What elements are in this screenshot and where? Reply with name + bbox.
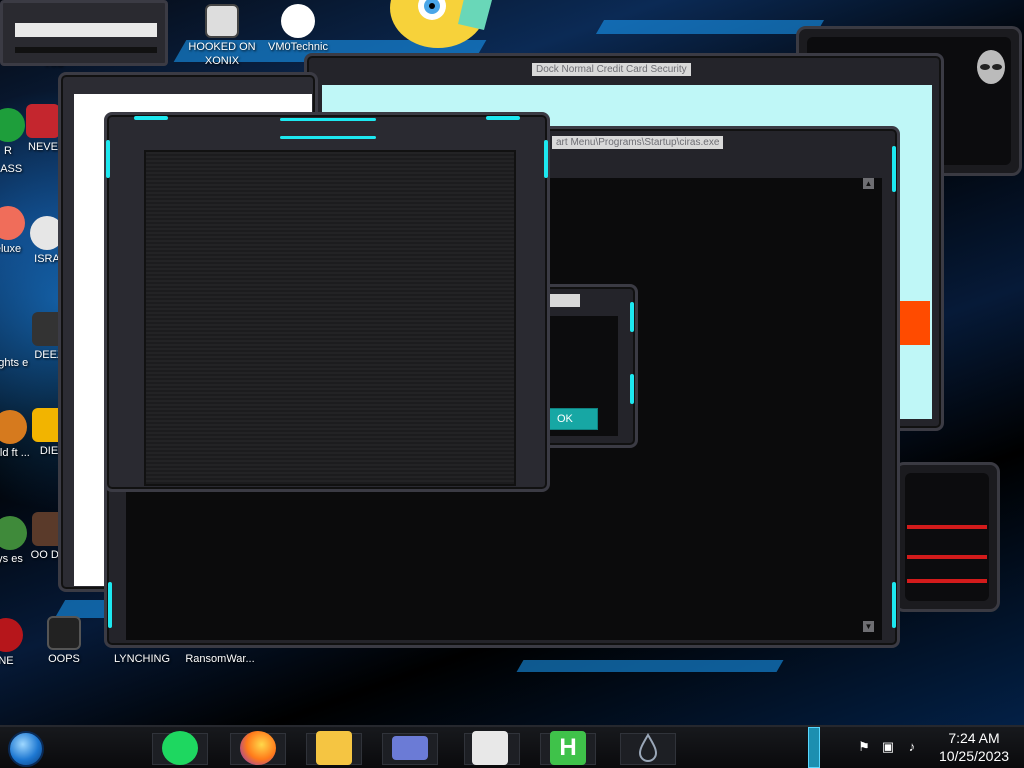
desktop-icon-ys-es[interactable]: ys es — [0, 516, 50, 566]
app-icon — [0, 206, 25, 240]
desktop-icon-label: ys es — [0, 553, 23, 565]
mini-window-strip — [15, 47, 157, 53]
wallpaper-stripe — [595, 20, 825, 34]
desktop-icon-oops[interactable]: OOPS — [24, 616, 104, 666]
frame-accent — [486, 116, 520, 120]
java-icon[interactable] — [472, 731, 508, 765]
window-body — [144, 150, 516, 486]
desktop-icon-label: eluxe — [0, 243, 22, 255]
frame-accent — [280, 136, 376, 139]
app-icon — [47, 616, 81, 650]
desktop-icon-lynching[interactable]: LYNCHING — [102, 652, 182, 666]
desktop-icon-label: R ASS — [0, 163, 23, 175]
desktop-icon-label: HOOKED ON XONIX — [188, 41, 256, 67]
frame-accent — [544, 140, 548, 178]
system-tray: ⚑ ▣ ♪ — [850, 737, 928, 759]
h-icon[interactable]: H — [550, 731, 586, 765]
drop-icon[interactable] — [630, 731, 666, 765]
frame-accent — [892, 146, 896, 192]
desktop-icon-label: OOPS — [48, 653, 80, 665]
frame-accent — [892, 582, 896, 628]
message-dialog[interactable]: OK — [540, 284, 638, 448]
app-icon — [0, 618, 23, 652]
desktop-icon-label: NE — [0, 655, 14, 667]
desktop-icon-r-ass[interactable]: R ASS — [0, 162, 46, 176]
card-icon[interactable] — [392, 736, 428, 760]
mini-window-titlebar — [15, 23, 157, 37]
red-indicator — [907, 555, 987, 559]
app-icon — [0, 516, 27, 550]
desktop: HOOKED ON XONIX VM0Technic HIS R NEVE R … — [0, 0, 1024, 725]
taskbar: H ⚑ ▣ ♪ 7:24 AM 10/25/2023 — [0, 725, 1024, 768]
window-title: art Menu\Programs\Startup\ciras.exe — [552, 136, 724, 149]
desktop-icon-eluxe[interactable]: eluxe — [0, 206, 48, 256]
window-title: Dock Normal Credit Card Security — [532, 63, 691, 76]
cartoon-sticker — [390, 0, 492, 48]
desktop-icon-label: NEVE — [28, 141, 58, 153]
desktop-icon-label: VM0Technic — [268, 41, 328, 53]
scroll-down-button[interactable]: ▼ — [863, 621, 874, 632]
front-window[interactable] — [104, 112, 550, 492]
red-indicator — [907, 525, 987, 529]
sci-fi-panel — [894, 462, 1000, 612]
orange-panel — [896, 301, 930, 345]
desktop-icon-label: ights e — [0, 357, 29, 369]
game-icon — [205, 4, 239, 38]
red-indicator — [907, 579, 987, 583]
desktop-icon-hooked-on-xonix[interactable]: HOOKED ON XONIX — [182, 4, 262, 68]
desktop-icon-label: orld ft ... — [0, 447, 30, 459]
desktop-icon-label: LYNCHING — [113, 653, 171, 665]
frame-accent — [280, 118, 376, 121]
clock-time: 7:24 AM — [948, 730, 1000, 746]
firefox-icon[interactable] — [240, 731, 276, 765]
ok-button[interactable]: OK — [546, 408, 598, 430]
desktop-icon-ransomware[interactable]: RansomWar... — [180, 652, 260, 666]
flag-icon[interactable]: ⚑ — [856, 739, 872, 755]
frame-accent — [108, 582, 112, 628]
desktop-icon-orld-ft[interactable]: orld ft ... — [0, 410, 50, 460]
frame-accent — [106, 140, 110, 178]
app-icon — [0, 410, 27, 444]
desktop-icon-ights[interactable]: ights e — [0, 356, 52, 370]
show-desktop-button[interactable] — [808, 727, 820, 768]
scroll-up-button[interactable]: ▲ — [863, 178, 874, 189]
folder-icon[interactable] — [316, 731, 352, 765]
mini-window[interactable] — [0, 0, 168, 66]
frame-accent — [630, 374, 634, 404]
desktop-icon-label: RansomWar... — [185, 653, 255, 665]
wallpaper-stripe — [516, 660, 784, 672]
alien-logo-icon — [977, 50, 1005, 84]
volume-icon[interactable]: ♪ — [904, 739, 920, 755]
dialog-title — [548, 294, 580, 307]
spotify-icon[interactable] — [162, 731, 198, 765]
doctor-icon — [281, 4, 315, 38]
network-icon[interactable]: ▣ — [880, 739, 896, 755]
frame-accent — [134, 116, 168, 120]
app-icon — [26, 104, 60, 138]
clock[interactable]: 7:24 AM 10/25/2023 — [928, 729, 1020, 765]
desktop-icon-vm0technic[interactable]: VM0Technic — [258, 4, 338, 54]
clock-date: 10/25/2023 — [938, 748, 1010, 764]
frame-accent — [630, 302, 634, 332]
start-button[interactable] — [8, 731, 44, 767]
